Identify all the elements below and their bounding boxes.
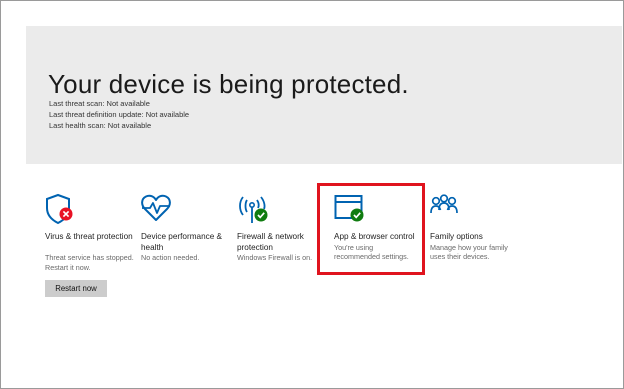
heart-pulse-icon [141,193,175,225]
tile-status-line-2: uses their devices. [430,252,490,261]
tile-title: Device performance & health [141,232,222,252]
antenna-check-icon [237,193,271,225]
tile-title: Family options [430,232,483,241]
protection-banner: Your device is being protected. Last thr… [26,26,622,164]
restart-now-button[interactable]: Restart now [45,280,107,297]
tile-status-line-1: Manage how your family [430,242,508,252]
tile-title: Virus & threat protection [45,232,133,241]
tile-title: Firewall & network protection [237,232,304,252]
shield-error-icon [45,193,79,225]
tile-status-line-1: Threat service has stopped. [45,253,134,262]
page-title: Your device is being protected. [48,69,409,100]
last-health-scan: Last health scan: Not available [49,121,152,130]
tile-status-line-2: Restart it now. [45,262,91,272]
scan-status-list: Last threat scan: Not available Last thr… [49,98,189,131]
last-definition-update: Last threat definition update: Not avail… [49,110,190,119]
highlight-box [317,183,425,275]
family-icon [430,193,464,225]
tile-status-line-1: No action needed. [141,253,200,262]
security-window: Your device is being protected. Last thr… [0,0,624,389]
last-threat-scan: Last threat scan: Not available [49,99,150,108]
